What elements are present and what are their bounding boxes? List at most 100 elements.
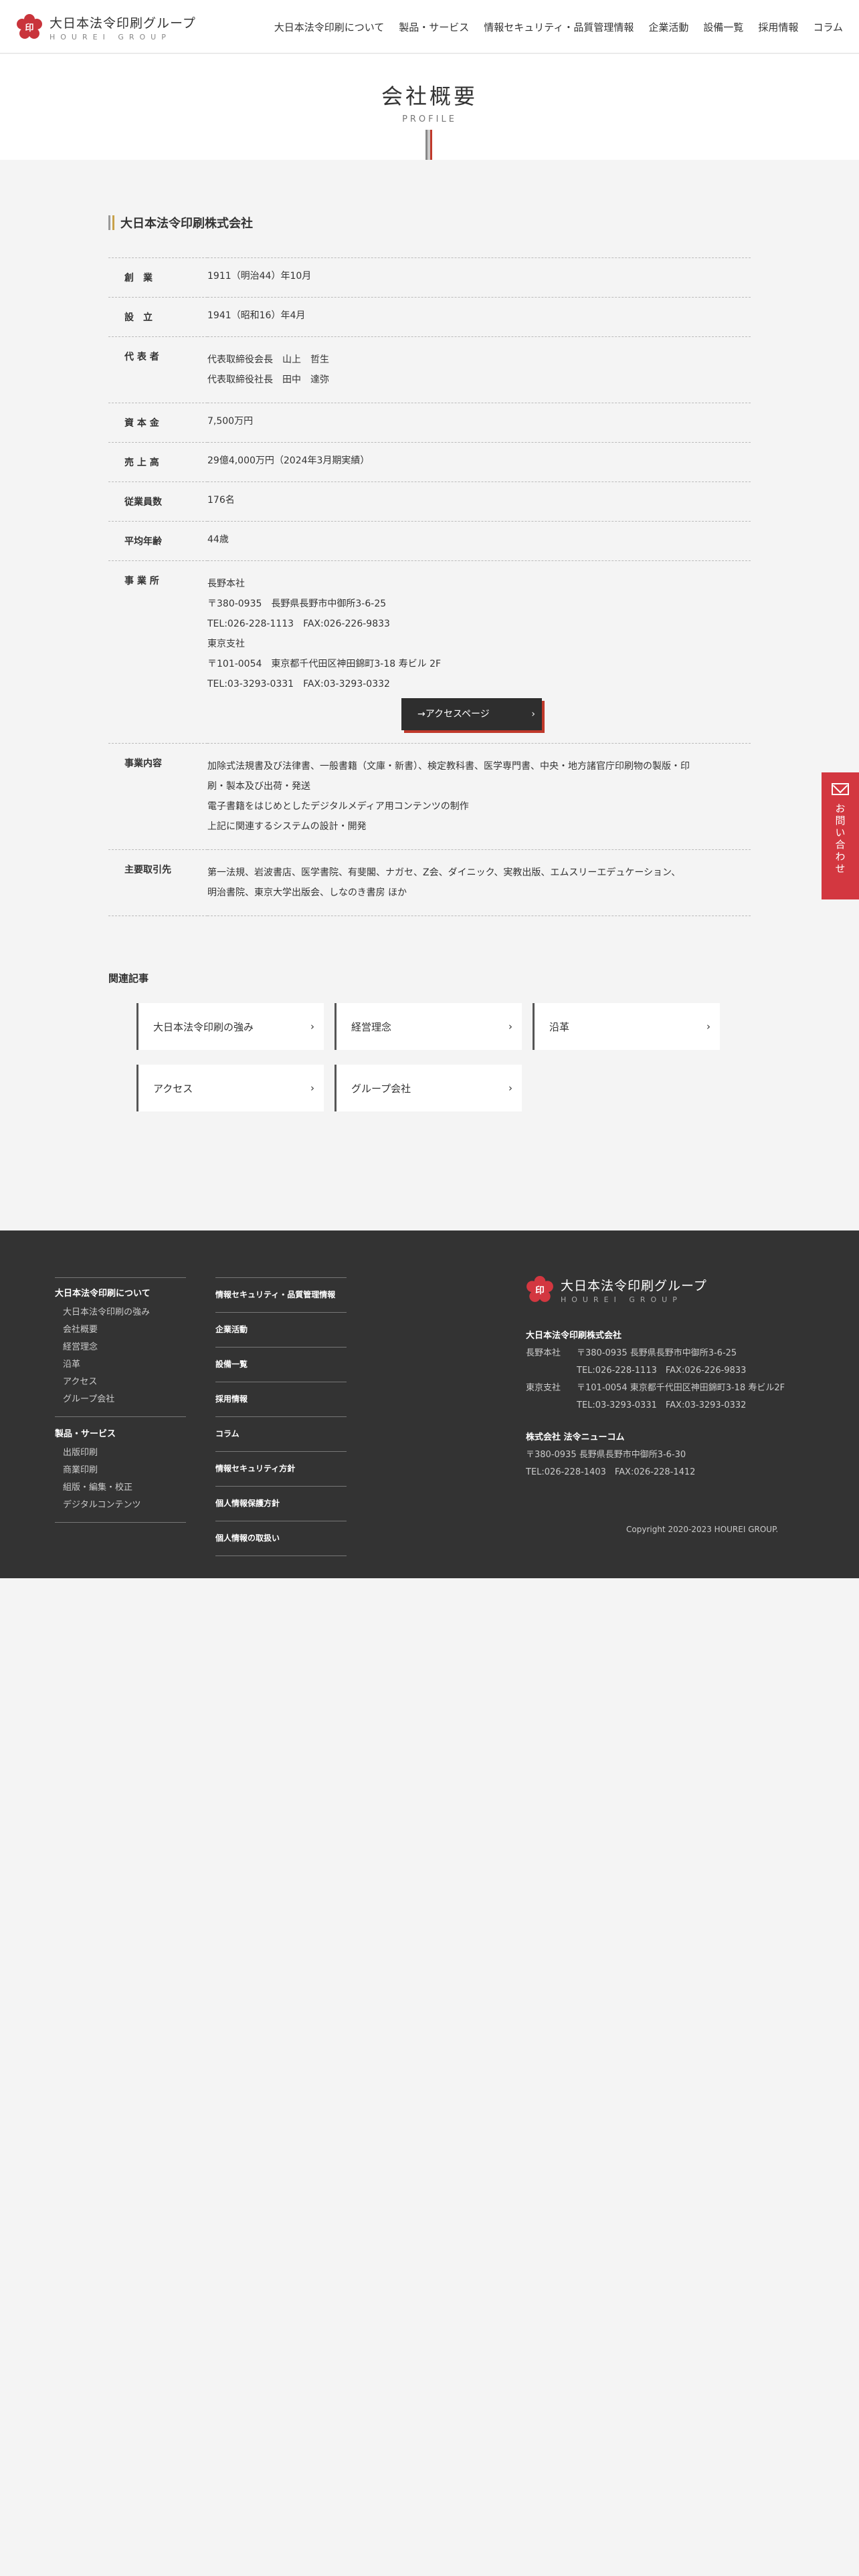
footer-link[interactable]: コラム — [215, 1417, 347, 1452]
office-label: 東京支社 — [526, 1383, 561, 1393]
footer-link[interactable]: デジタルコンテンツ — [55, 1497, 186, 1514]
svg-text:印: 印 — [25, 23, 33, 33]
row-value: 東京支社 — [207, 639, 245, 649]
chevron-right-icon: › — [531, 709, 535, 720]
chevron-right-icon: › — [310, 1082, 314, 1094]
related-card-label: 大日本法令印刷の強み — [153, 1021, 254, 1033]
chevron-right-icon: › — [310, 1021, 314, 1033]
row-value: TEL:03-3293-0331 FAX:03-3293-0332 — [207, 679, 390, 689]
hourei-emblem-icon: 印 — [527, 1276, 553, 1302]
contact-side-button[interactable]: お問い合わせ — [822, 772, 859, 899]
footer-link[interactable]: 個人情報の取扱い — [215, 1521, 347, 1556]
footer-company-main: 大日本法令印刷株式会社 長野本社 〒380-0935 長野県長野市中御所3-6-… — [526, 1328, 785, 1414]
footer-logo-name: 大日本法令印刷グループ — [561, 1279, 707, 1293]
title-accent-bar — [425, 130, 432, 160]
row-value: 明治書院、東京大学出版会、しなのき書房 ほか — [207, 887, 407, 898]
office-address: 〒101-0054 東京都千代田区神田錦町3-18 寿ビル2F — [577, 1383, 785, 1393]
nav-security[interactable]: 情報セキュリティ・品質管理情報 — [484, 20, 634, 34]
row-value: 7,500万円 — [207, 416, 254, 427]
row-label: 主要取引先 — [124, 865, 171, 875]
related-card-label: アクセス — [153, 1082, 193, 1095]
table-row: 設 立 1941（昭和16）年4月 — [108, 297, 751, 337]
footer-link[interactable]: 出版印刷 — [55, 1444, 186, 1462]
row-label: 資 本 金 — [124, 418, 159, 429]
footer-link[interactable]: 沿革 — [55, 1356, 186, 1374]
company-address: 〒380-0935 長野県長野市中御所3-6-30 — [526, 1450, 686, 1460]
copyright: Copyright 2020-2023 HOUREI GROUP. — [626, 1525, 779, 1534]
row-value: 第一法規、岩波書店、医学書院、有斐閣、ナガセ、Z会、ダイニック、実教出版、エムス… — [207, 867, 681, 878]
footer-col-about: 大日本法令印刷について 大日本法令印刷の強み 会社概要 経営理念 沿革 アクセス… — [55, 1277, 186, 1532]
row-value: 〒101-0054 東京都千代田区神田錦町3-18 寿ビル 2F — [207, 659, 442, 669]
footer-link[interactable]: 個人情報保護方針 — [215, 1487, 347, 1521]
row-value: 長野本社 — [207, 578, 245, 589]
nav-recruit[interactable]: 採用情報 — [758, 20, 798, 34]
row-label: 事 業 所 — [124, 576, 159, 586]
row-value: 刷・製本及び出荷・発送 — [207, 781, 310, 792]
row-value: 44歳 — [207, 534, 229, 545]
page-hero: 会社概要 PROFILE — [0, 54, 859, 160]
footer-logo-subtitle: HOUREI GROUP — [561, 1295, 682, 1304]
footer-heading[interactable]: 大日本法令印刷について — [55, 1286, 186, 1299]
company-heading: 大日本法令印刷株式会社 — [108, 214, 253, 231]
nav-equipment[interactable]: 設備一覧 — [703, 20, 743, 34]
related-card-label: グループ会社 — [351, 1082, 411, 1095]
footer-link[interactable]: グループ会社 — [55, 1391, 186, 1408]
logo-name: 大日本法令印刷グループ — [50, 16, 196, 31]
office-tel: TEL:026-228-1113 FAX:026-226-9833 — [577, 1366, 747, 1376]
row-label: 創 業 — [124, 273, 153, 284]
access-page-button[interactable]: →アクセスページ › — [401, 698, 542, 730]
row-label: 売 上 高 — [124, 457, 159, 468]
row-value: 上記に関連するシステムの設計・開発 — [207, 821, 367, 832]
chevron-right-icon: › — [508, 1021, 512, 1033]
nav-about[interactable]: 大日本法令印刷について — [274, 20, 385, 34]
footer-link[interactable]: 大日本法令印刷の強み — [55, 1304, 186, 1321]
row-value: TEL:026-228-1113 FAX:026-226-9833 — [207, 619, 390, 629]
chevron-right-icon: › — [508, 1082, 512, 1094]
company-name: 大日本法令印刷株式会社 — [120, 217, 253, 231]
row-value: 代表取締役社長 田中 達弥 — [207, 374, 329, 385]
footer-heading[interactable]: 製品・サービス — [55, 1426, 186, 1439]
global-nav: 大日本法令印刷について 製品・サービス 情報セキュリティ・品質管理情報 企業活動… — [260, 20, 843, 34]
table-row: 資 本 金 7,500万円 — [108, 403, 751, 443]
footer-link[interactable]: 会社概要 — [55, 1321, 186, 1339]
office-tel: TEL:03-3293-0331 FAX:03-3293-0332 — [577, 1400, 747, 1410]
related-card-history[interactable]: 沿革 › — [533, 1003, 720, 1050]
footer-link[interactable]: 採用情報 — [215, 1382, 347, 1417]
chevron-right-icon: › — [706, 1021, 710, 1033]
site-header: 印 大日本法令印刷グループ HOUREI GROUP 大日本法令印刷について 製… — [0, 0, 859, 53]
svg-text:印: 印 — [535, 1285, 545, 1296]
nav-activities[interactable]: 企業活動 — [648, 20, 688, 34]
related-card-label: 経営理念 — [351, 1021, 392, 1033]
table-row: 平均年齢 44歳 — [108, 521, 751, 561]
heading-bar — [108, 215, 114, 230]
contact-label: お問い合わせ — [834, 803, 846, 875]
site-logo[interactable]: 印 大日本法令印刷グループ HOUREI GROUP — [16, 13, 196, 41]
row-value: 〒380-0935 長野県長野市中御所3-6-25 — [207, 599, 387, 609]
footer-link[interactable]: 企業活動 — [215, 1313, 347, 1348]
footer-link[interactable]: 情報セキュリティ・品質管理情報 — [215, 1277, 347, 1313]
row-value: 電子書籍をはじめとしたデジタルメディア用コンテンツの制作 — [207, 801, 469, 812]
table-row: 事 業 所 長野本社 〒380-0935 長野県長野市中御所3-6-25 TEL… — [108, 560, 751, 744]
page-subtitle: PROFILE — [402, 114, 457, 124]
related-card-access[interactable]: アクセス › — [136, 1065, 324, 1111]
nav-column[interactable]: コラム — [813, 20, 843, 34]
nav-products[interactable]: 製品・サービス — [399, 20, 469, 34]
hourei-emblem-icon: 印 — [17, 14, 42, 39]
related-articles-title: 関連記事 — [108, 972, 149, 984]
related-card-strengths[interactable]: 大日本法令印刷の強み › — [136, 1003, 324, 1050]
related-card-label: 沿革 — [549, 1021, 570, 1033]
table-row: 従業員数 176名 — [108, 481, 751, 522]
footer-company-newcom: 株式会社 法令ニューコム 〒380-0935 長野県長野市中御所3-6-30 T… — [526, 1430, 695, 1481]
footer-logo[interactable]: 印 大日本法令印刷グループ HOUREI GROUP — [526, 1276, 707, 1304]
footer-link[interactable]: 経営理念 — [55, 1339, 186, 1356]
mail-icon — [832, 783, 849, 795]
footer-link[interactable]: 設備一覧 — [215, 1348, 347, 1382]
footer-link[interactable]: 組版・編集・校正 — [55, 1479, 186, 1497]
footer-col-links: 情報セキュリティ・品質管理情報 企業活動 設備一覧 採用情報 コラム 情報セキュ… — [215, 1277, 347, 1556]
footer-link[interactable]: 商業印刷 — [55, 1462, 186, 1479]
footer-link[interactable]: 情報セキュリティ方針 — [215, 1452, 347, 1487]
related-card-philosophy[interactable]: 経営理念 › — [335, 1003, 522, 1050]
row-value: 1941（昭和16）年4月 — [207, 310, 306, 321]
related-card-group[interactable]: グループ会社 › — [335, 1065, 522, 1111]
footer-link[interactable]: アクセス — [55, 1374, 186, 1391]
